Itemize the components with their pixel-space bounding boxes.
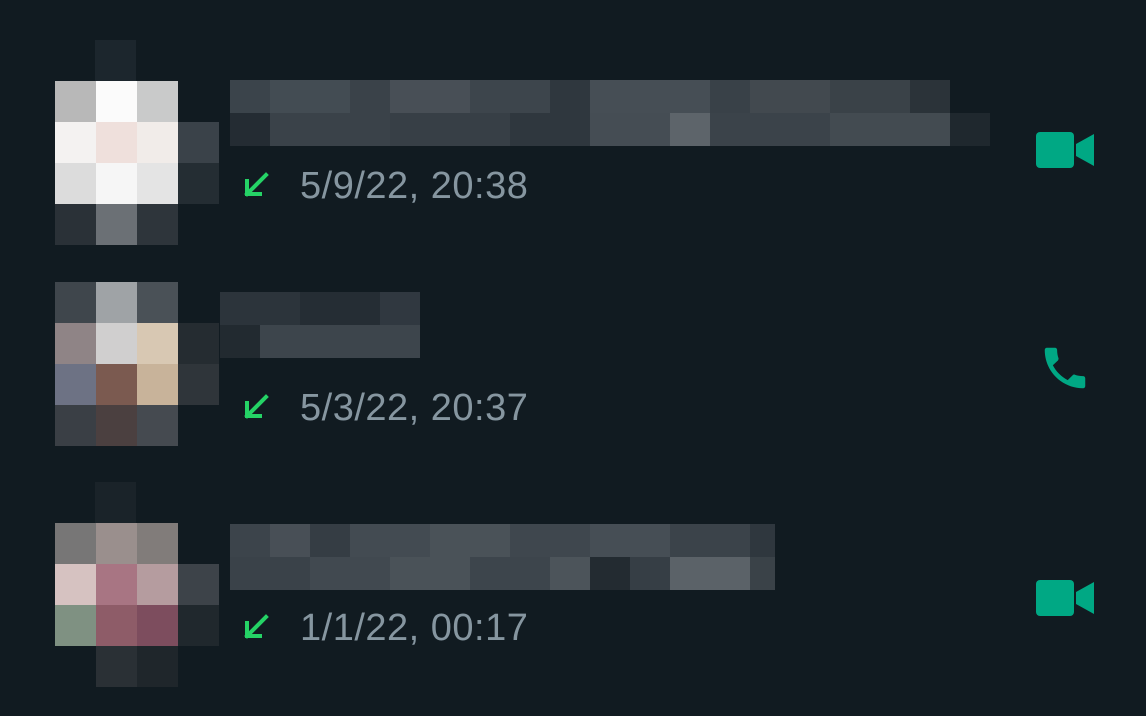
calls-list: 5/9/22, 20:38 5/3/22, 20:37 1/1/22, 00:1… <box>0 0 1146 716</box>
phone-icon <box>1038 341 1092 400</box>
avatar[interactable] <box>55 482 219 687</box>
incoming-arrow-icon <box>238 611 272 645</box>
call-timestamp: 1/1/22, 00:17 <box>300 606 529 649</box>
call-meta: 1/1/22, 00:17 <box>238 606 528 650</box>
contact-name-redacted <box>230 524 775 594</box>
incoming-arrow-icon <box>238 169 272 203</box>
voice-call-button[interactable] <box>1030 340 1100 400</box>
video-call-button[interactable] <box>1030 570 1100 630</box>
contact-name-redacted <box>230 80 990 150</box>
video-camera-icon <box>1034 130 1096 175</box>
incoming-arrow-icon <box>238 391 272 425</box>
call-row[interactable]: 5/3/22, 20:37 <box>0 262 1146 472</box>
call-meta: 5/3/22, 20:37 <box>238 386 528 430</box>
avatar[interactable] <box>55 262 219 462</box>
call-row[interactable]: 1/1/22, 00:17 <box>0 482 1146 692</box>
contact-name-redacted <box>220 292 420 362</box>
call-meta: 5/9/22, 20:38 <box>238 164 528 208</box>
video-camera-icon <box>1034 578 1096 623</box>
call-timestamp: 5/3/22, 20:37 <box>300 386 529 429</box>
video-call-button[interactable] <box>1030 122 1100 182</box>
call-timestamp: 5/9/22, 20:38 <box>300 164 529 207</box>
avatar[interactable] <box>55 40 219 245</box>
call-row[interactable]: 5/9/22, 20:38 <box>0 40 1146 250</box>
